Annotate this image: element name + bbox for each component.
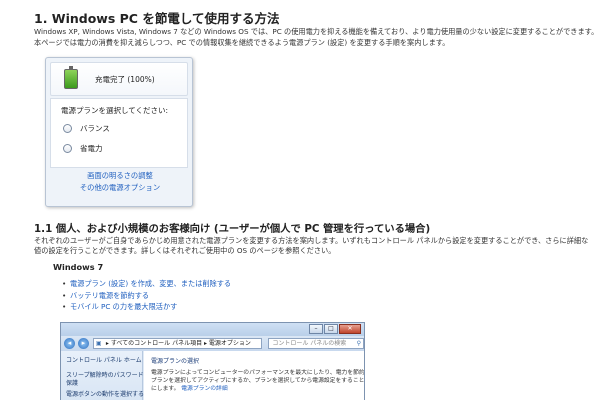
nav-wake-password[interactable]: スリープ解除時のパスワード bbox=[61, 372, 144, 380]
window-main-pane: 電源プランの選択 電源プランによってコンピューターのパフォーマンスを最大にしたり… bbox=[144, 351, 364, 400]
intro-text: Windows XP, Windows Vista, Windows 7 などの… bbox=[34, 27, 594, 48]
nav-power-button-action[interactable]: 電源ボタンの動作を選択する bbox=[61, 391, 144, 399]
more-power-options-link[interactable]: その他の電源オプション bbox=[46, 182, 194, 194]
plan-option-power-saver[interactable]: 省電力 bbox=[63, 143, 103, 154]
nav-wake-password-cont[interactable]: 保護 bbox=[61, 380, 142, 388]
main-pane-line: 電源プランによってコンピューターのパフォーマンスを最大にしたり、電力を節約したり… bbox=[151, 370, 365, 376]
power-plan-details-link[interactable]: 電源プランの詳細 bbox=[181, 386, 227, 392]
subsection-heading: Windows 7 bbox=[53, 262, 104, 272]
radio-button[interactable] bbox=[63, 124, 72, 133]
maximize-icon[interactable]: □ bbox=[324, 324, 338, 334]
search-placeholder: コントロール パネルの検索 bbox=[272, 340, 347, 347]
page-title: 1. Windows PC を節電して使用する方法 bbox=[34, 11, 280, 26]
help-links-list: 電源プラン (設定) を作成、変更、または削除する バッテリ電源を節約する モバ… bbox=[62, 278, 231, 313]
intro-line: Windows XP, Windows Vista, Windows 7 などの… bbox=[34, 27, 594, 36]
main-pane-text-fragment: にします。 bbox=[151, 386, 180, 392]
forward-icon[interactable]: ▸ bbox=[77, 338, 89, 349]
section-heading: 1.1 個人、および小規模のお客様向け (ユーザーが個人で PC 管理を行ってい… bbox=[34, 223, 431, 235]
radio-button[interactable] bbox=[63, 144, 72, 153]
close-icon[interactable]: ✕ bbox=[339, 324, 361, 334]
window-titlebar[interactable]: – □ ✕ bbox=[61, 323, 364, 336]
help-link-create-plan[interactable]: 電源プラン (設定) を作成、変更、または削除する bbox=[62, 278, 231, 290]
main-pane-line: プランを選択してアクティブにするか、プランを選択してから電源設定をすることでカス… bbox=[151, 378, 365, 384]
battery-popup: 充電完了 (100%) 電源プランを選択してください: バランス 省電力 画面の… bbox=[45, 57, 193, 207]
help-link-save-battery[interactable]: バッテリ電源を節約する bbox=[62, 290, 231, 302]
power-options-window: – □ ✕ ◂ ▸ ▸ すべてのコントロール パネル項目 ▸ 電源オプション コ… bbox=[60, 322, 365, 400]
section-intro-line: それぞれのユーザーがご自身であらかじめ用意された電源プランを変更する方法を案内し… bbox=[34, 236, 589, 245]
popup-links: 画面の明るさの調整 その他の電源オプション bbox=[46, 170, 194, 194]
help-link-mobile-pc[interactable]: モバイル PC の力を最大限活かす bbox=[62, 301, 231, 313]
charge-status: 充電完了 (100%) bbox=[95, 75, 155, 84]
plan-option-label: 省電力 bbox=[80, 144, 103, 153]
window-left-pane: コントロール パネル ホーム スリープ解除時のパスワード 保護 電源ボタンの動作… bbox=[61, 351, 144, 400]
address-toolbar: ◂ ▸ ▸ すべてのコントロール パネル項目 ▸ 電源オプション コントロール … bbox=[61, 336, 364, 351]
section-intro-line: 値の設定を行うことができます。詳しくはそれぞれご使用中の OS のページを参照く… bbox=[34, 246, 336, 255]
section-intro: それぞれのユーザーがご自身であらかじめ用意された電源プランを変更する方法を案内し… bbox=[34, 236, 594, 256]
brightness-link[interactable]: 画面の明るさの調整 bbox=[46, 170, 194, 182]
battery-status-area: 充電完了 (100%) bbox=[50, 62, 188, 96]
intro-line: 本ページでは電力の消費を抑え減らしつつ、PC での情報収集を継続できるよう電源プ… bbox=[34, 37, 450, 47]
back-icon[interactable]: ◂ bbox=[64, 338, 75, 349]
plan-prompt: 電源プランを選択してください: bbox=[61, 106, 169, 115]
page: 1. Windows PC を節電して使用する方法 Windows XP, Wi… bbox=[0, 0, 610, 400]
battery-icon bbox=[64, 66, 78, 89]
main-pane-title: 電源プランの選択 bbox=[151, 358, 200, 365]
plan-option-label: バランス bbox=[80, 124, 110, 133]
window-controls: – □ ✕ bbox=[308, 324, 361, 334]
nav-control-panel-home[interactable]: コントロール パネル ホーム bbox=[61, 357, 142, 365]
search-input[interactable]: コントロール パネルの検索 ⚲ bbox=[268, 338, 364, 349]
address-bar[interactable]: ▸ すべてのコントロール パネル項目 ▸ 電源オプション bbox=[92, 338, 263, 349]
minimize-icon[interactable]: – bbox=[309, 324, 323, 334]
main-pane-text: 電源プランによってコンピューターのパフォーマンスを最大にしたり、電力を節約したり… bbox=[151, 369, 364, 393]
main-pane-line: にします。 電源プランの詳細 bbox=[151, 385, 364, 393]
plan-option-balanced[interactable]: バランス bbox=[63, 123, 110, 134]
plan-selection-area: 電源プランを選択してください: バランス 省電力 bbox=[50, 98, 188, 168]
search-icon[interactable]: ⚲ bbox=[357, 339, 361, 348]
